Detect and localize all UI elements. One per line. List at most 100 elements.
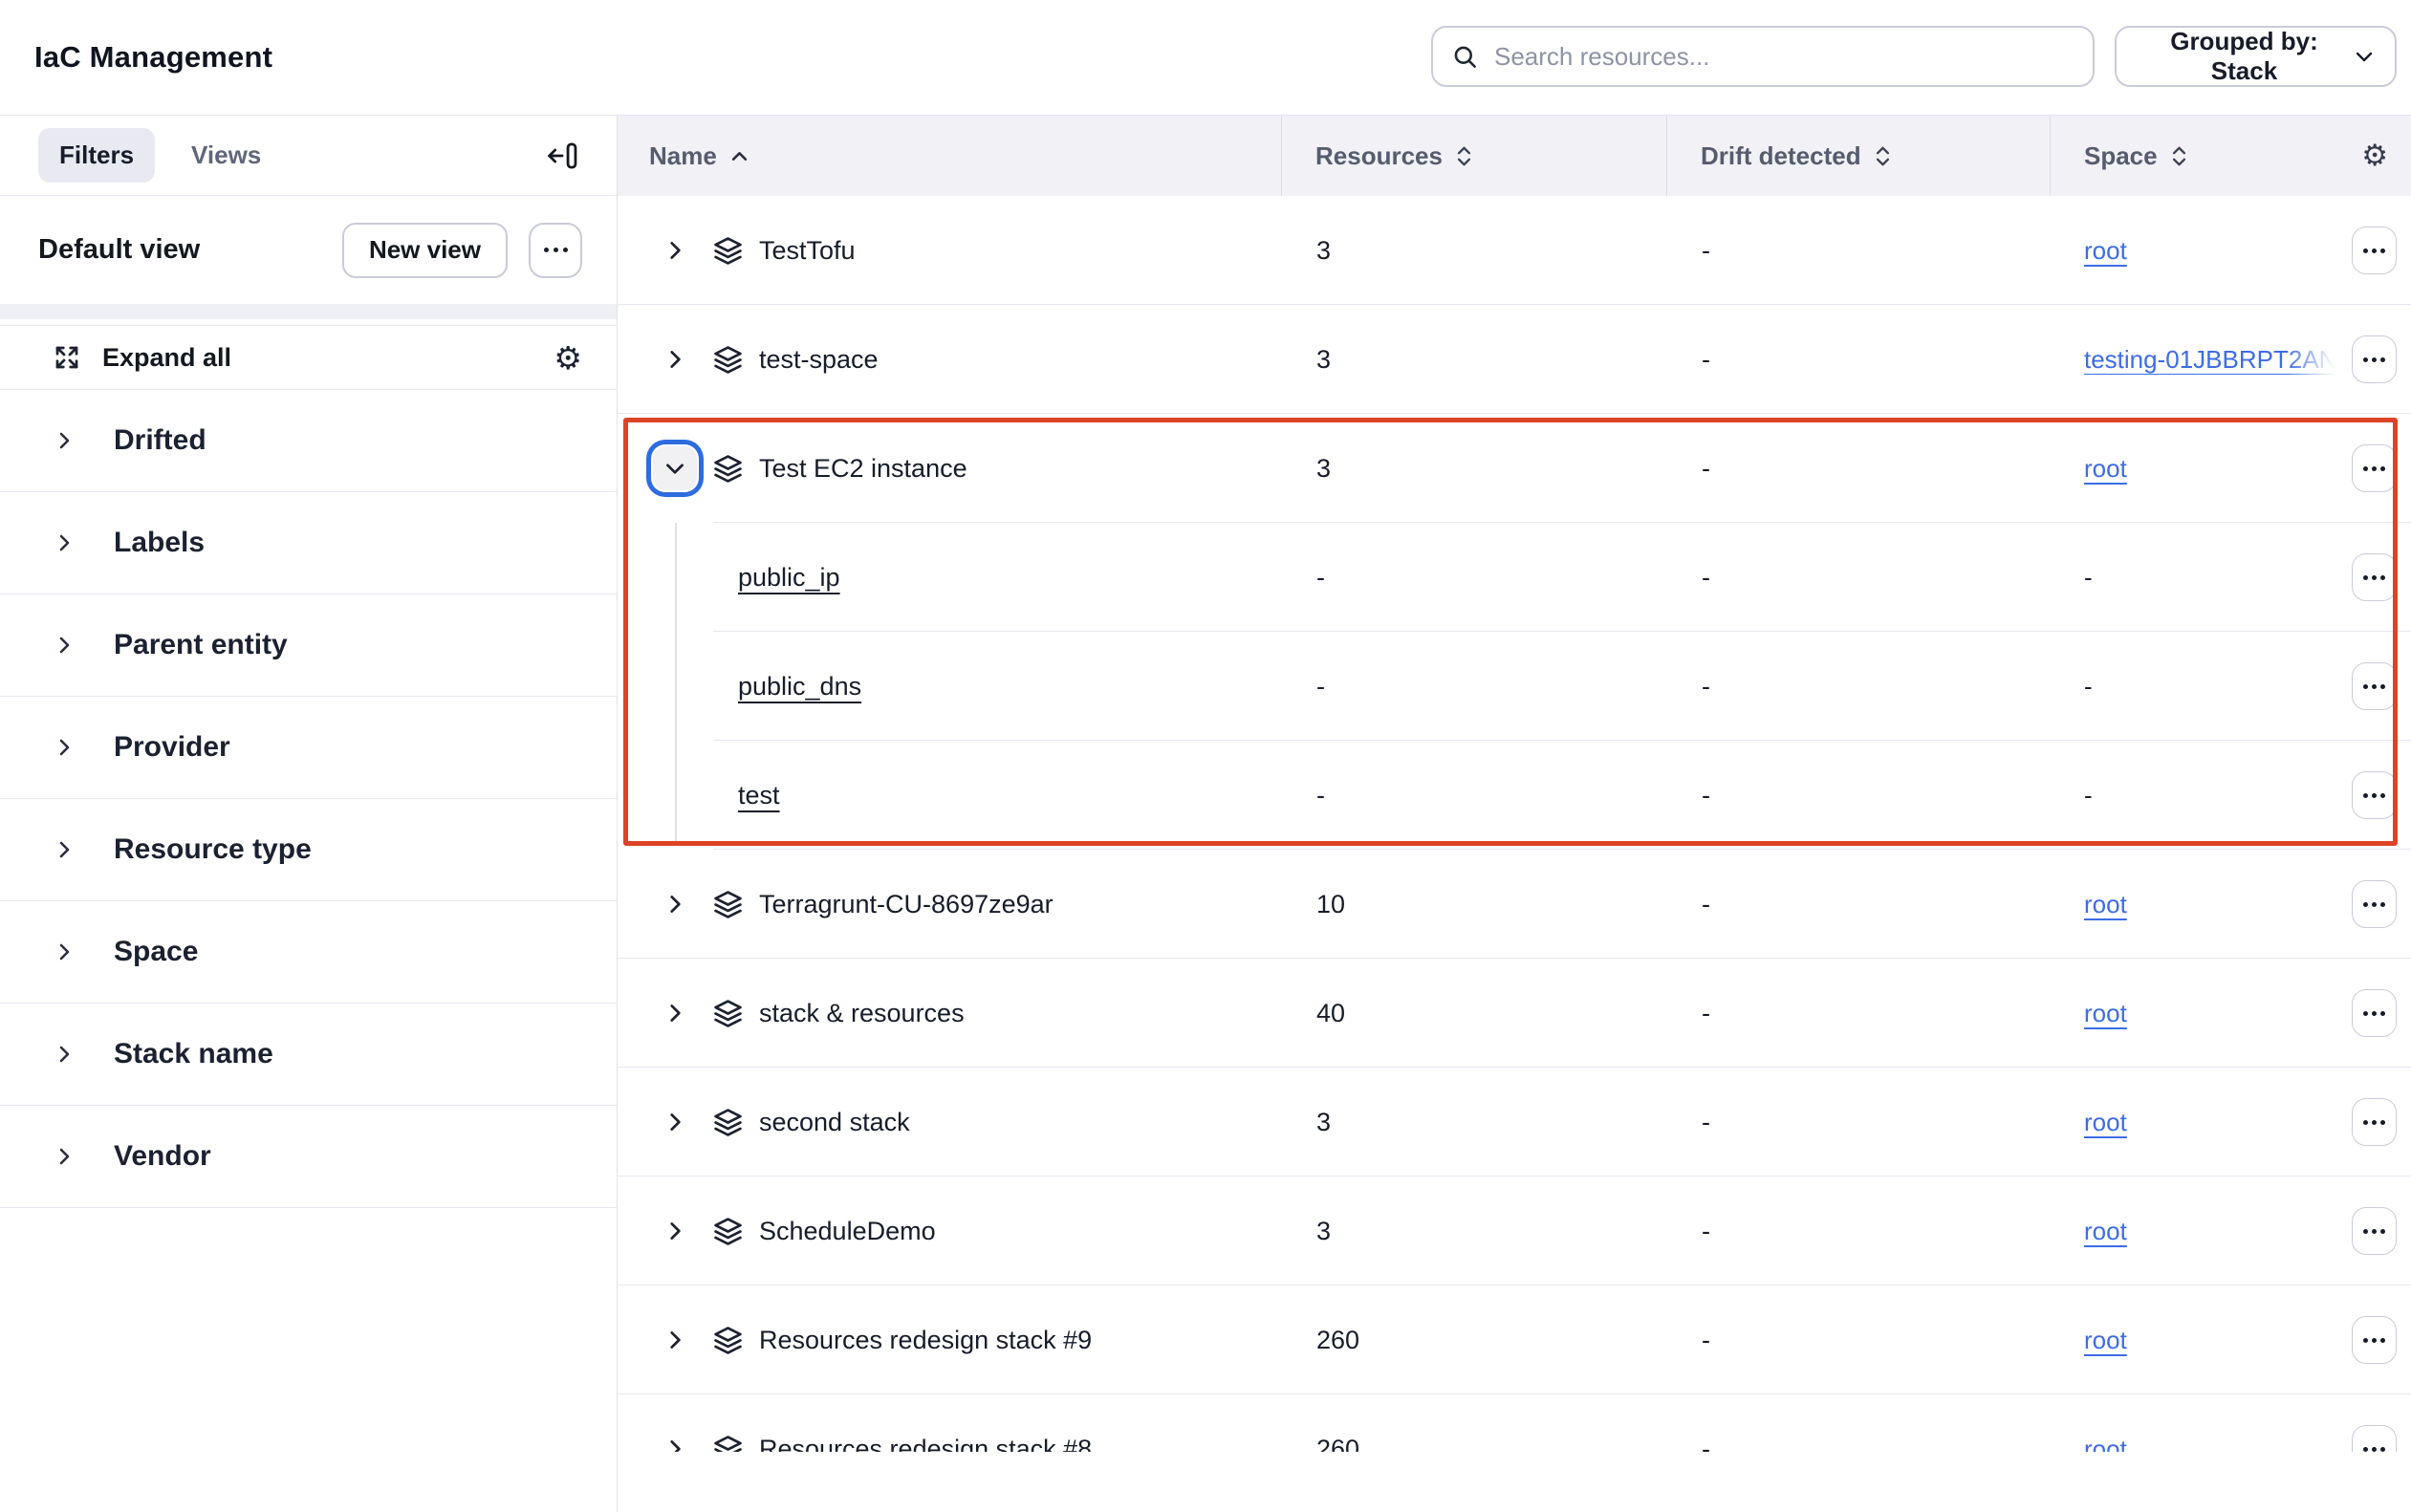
- filter-section-resource-type[interactable]: Resource type: [0, 799, 617, 901]
- table-row[interactable]: ScheduleDemo3-root: [618, 1177, 2411, 1285]
- column-label: Drift detected: [1701, 141, 1861, 171]
- filter-section-label: Parent entity: [114, 629, 288, 661]
- resource-link[interactable]: public_ip: [738, 563, 840, 593]
- search-box[interactable]: [1431, 26, 2095, 87]
- expand-row-button[interactable]: [653, 337, 697, 381]
- table-body: TestTofu3-roottest-space3-testing-01JBBR…: [618, 196, 2411, 1452]
- stack-name: Resources redesign stack #8: [759, 1435, 1092, 1453]
- space-link[interactable]: root: [2084, 1108, 2127, 1136]
- expand-row-button[interactable]: [653, 991, 697, 1035]
- column-settings-gear-icon[interactable]: ⚙: [2361, 141, 2388, 171]
- column-header-resources[interactable]: Resources: [1281, 140, 1666, 172]
- filter-section-label: Labels: [114, 527, 205, 559]
- space-link[interactable]: root: [2084, 1435, 2127, 1453]
- drift-value: -: [1666, 563, 2050, 593]
- tab-views[interactable]: Views: [170, 128, 282, 183]
- filter-section-label: Vendor: [114, 1140, 211, 1173]
- resources-count: 260: [1281, 1435, 1666, 1453]
- column-divider: [1666, 116, 1667, 196]
- chevron-right-icon: [53, 838, 76, 861]
- stack-layers-icon: [713, 1108, 743, 1137]
- column-header-space[interactable]: Space: [2050, 140, 2336, 172]
- drift-value: -: [1666, 999, 2050, 1028]
- table-header-row: Name Resources Drift detected Space ⚙: [618, 116, 2411, 196]
- space-link[interactable]: root: [2084, 999, 2127, 1027]
- filter-section-vendor[interactable]: Vendor: [0, 1106, 617, 1208]
- row-actions-button[interactable]: [2352, 1316, 2397, 1364]
- table-row[interactable]: stack & resources40-root: [618, 959, 2411, 1068]
- expand-row-button[interactable]: [653, 1100, 697, 1144]
- row-actions-button[interactable]: [2352, 1425, 2397, 1452]
- table-row[interactable]: Terragrunt-CU-8697ze9ar10-root: [618, 850, 2411, 959]
- resource-link[interactable]: public_dns: [738, 672, 861, 702]
- column-divider: [2050, 116, 2051, 196]
- filters-settings-gear-icon[interactable]: ⚙: [554, 342, 582, 374]
- column-header-name[interactable]: Name: [618, 140, 1281, 172]
- new-view-button[interactable]: New view: [342, 223, 508, 278]
- expand-row-button[interactable]: [653, 1209, 697, 1253]
- filter-section-provider[interactable]: Provider: [0, 697, 617, 799]
- column-label: Resources: [1315, 141, 1443, 171]
- table-row[interactable]: test---: [618, 741, 2411, 850]
- table-row[interactable]: Resources redesign stack #9260-root: [618, 1285, 2411, 1394]
- space-link[interactable]: testing-01JBBRPT2AN: [2084, 345, 2336, 375]
- space-link[interactable]: root: [2084, 236, 2127, 265]
- resource-link[interactable]: test: [738, 781, 780, 810]
- row-actions-button[interactable]: [2352, 662, 2397, 710]
- drift-value: -: [1666, 236, 2050, 266]
- table-row[interactable]: second stack3-root: [618, 1068, 2411, 1177]
- table-row[interactable]: Test EC2 instance3-root: [618, 414, 2411, 523]
- row-actions-button[interactable]: [2352, 553, 2397, 601]
- row-actions-button[interactable]: [2352, 989, 2397, 1037]
- drift-value: -: [1666, 890, 2050, 919]
- collapse-row-button[interactable]: [653, 446, 697, 490]
- row-actions-button[interactable]: [2352, 227, 2397, 274]
- collapse-sidebar-button[interactable]: [542, 136, 582, 176]
- table-row[interactable]: test-space3-testing-01JBBRPT2AN: [618, 305, 2411, 414]
- resources-count: 3: [1281, 454, 1666, 484]
- collapse-panel-icon: [546, 140, 578, 172]
- table-row[interactable]: public_dns---: [618, 632, 2411, 741]
- space-value: -: [2050, 563, 2336, 593]
- search-input[interactable]: [1492, 41, 2074, 73]
- row-actions-button[interactable]: [2352, 771, 2397, 819]
- row-actions-button[interactable]: [2352, 1098, 2397, 1146]
- resources-count: -: [1281, 563, 1666, 593]
- chevron-down-icon: [2353, 45, 2376, 68]
- row-actions-button[interactable]: [2352, 444, 2397, 492]
- table-row[interactable]: Resources redesign stack #8260-root: [618, 1394, 2411, 1452]
- filter-section-drifted[interactable]: Drifted: [0, 390, 617, 492]
- expand-row-button[interactable]: [653, 1318, 697, 1362]
- table-row[interactable]: public_ip---: [618, 523, 2411, 632]
- space-link[interactable]: root: [2084, 1217, 2127, 1245]
- iac-management-page: IaC Management Grouped by: Stack Filters…: [0, 0, 2411, 1512]
- sort-ascending-icon: [731, 151, 748, 162]
- drift-value: -: [1666, 1108, 2050, 1137]
- expand-row-button[interactable]: [653, 1427, 697, 1452]
- tab-filters[interactable]: Filters: [38, 128, 155, 183]
- expand-all-label: Expand all: [102, 343, 231, 373]
- resources-count: 10: [1281, 890, 1666, 919]
- resources-count: 40: [1281, 999, 1666, 1028]
- filter-section-parent-entity[interactable]: Parent entity: [0, 594, 617, 697]
- column-header-drift-detected[interactable]: Drift detected: [1666, 140, 2050, 172]
- space-link[interactable]: root: [2084, 890, 2127, 918]
- table-row[interactable]: TestTofu3-root: [618, 196, 2411, 305]
- filter-section-space[interactable]: Space: [0, 901, 617, 1004]
- drift-value: -: [1666, 781, 2050, 810]
- search-icon: [1452, 44, 1478, 70]
- row-actions-button[interactable]: [2352, 880, 2397, 928]
- space-link[interactable]: root: [2084, 454, 2127, 483]
- expand-row-button[interactable]: [653, 228, 697, 272]
- filter-section-labels[interactable]: Labels: [0, 492, 617, 594]
- row-actions-button[interactable]: [2352, 1207, 2397, 1255]
- expand-all-button[interactable]: Expand all: [53, 343, 231, 373]
- expand-row-button[interactable]: [653, 882, 697, 926]
- column-label: Name: [649, 141, 717, 171]
- view-more-button[interactable]: [529, 223, 582, 278]
- row-actions-button[interactable]: [2352, 335, 2397, 383]
- filter-section-stack-name[interactable]: Stack name: [0, 1004, 617, 1106]
- chevron-right-icon: [53, 531, 76, 554]
- grouped-by-dropdown[interactable]: Grouped by: Stack: [2115, 26, 2397, 87]
- space-link[interactable]: root: [2084, 1326, 2127, 1354]
